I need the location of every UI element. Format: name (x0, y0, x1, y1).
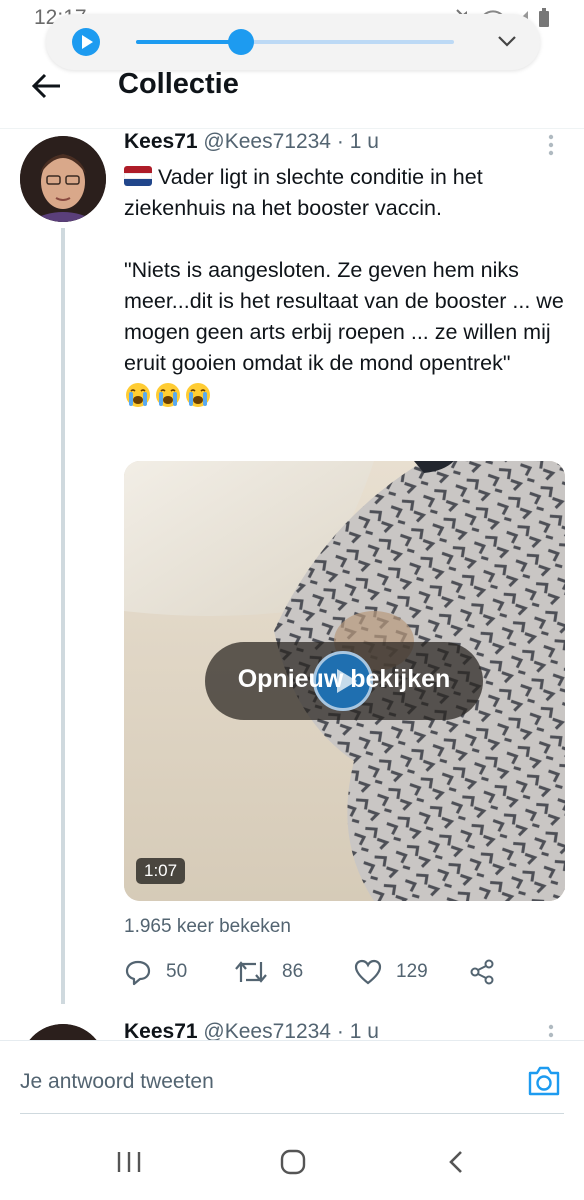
avatar[interactable] (20, 136, 106, 222)
share-icon (470, 959, 494, 985)
duration-badge: 1:07 (136, 858, 186, 884)
tweet-time: 1 u (349, 130, 379, 153)
back-icon[interactable] (446, 1150, 466, 1174)
header-divider (0, 128, 584, 129)
arrow-left-icon[interactable] (30, 72, 64, 100)
replay-label: Opnieuw bekijken (237, 665, 451, 693)
reply-button[interactable]: 50 (124, 958, 187, 986)
tweet-quote: "Niets is aangesloten. Ze geven hem niks… (124, 258, 564, 375)
tweet-actions: 50 86 129 (124, 958, 564, 988)
retweet-icon (235, 961, 267, 983)
crying-face-emoji (126, 383, 150, 407)
view-count: 1.965 keer bekeken (124, 916, 291, 937)
video-player[interactable]: Opnieuw bekijken 1:07 (124, 461, 565, 901)
seek-progress (136, 40, 241, 44)
like-count: 129 (396, 961, 428, 982)
tweet-line1-text: Vader ligt in slechte conditie in het zi… (124, 165, 483, 220)
play-icon[interactable] (72, 28, 100, 56)
tweet-header: Kees71 @Kees71234 · 1 u (124, 130, 379, 154)
home-icon[interactable] (279, 1148, 307, 1176)
reply-icon (125, 960, 151, 986)
seek-bar[interactable] (136, 29, 454, 55)
netherlands-flag (124, 166, 152, 186)
battery-icon (539, 8, 549, 27)
retweet-count: 86 (282, 961, 304, 982)
thread-line (61, 228, 65, 1004)
tweet-text: Vader ligt in slechte conditie in het zi… (124, 162, 564, 409)
share-button[interactable] (468, 958, 496, 986)
chevron-down-icon[interactable] (496, 30, 518, 52)
reply-input[interactable]: Je antwoord tweeten (20, 1070, 214, 1094)
tweet-line1: Vader ligt in slechte conditie in het zi… (124, 162, 564, 224)
handle[interactable]: @Kees71234 (203, 130, 331, 153)
seek-thumb[interactable] (227, 29, 254, 55)
header: Collectie (0, 60, 584, 130)
reply-bar: Je antwoord tweeten (0, 1040, 584, 1200)
display-name[interactable]: Kees71 (124, 130, 198, 153)
heart-icon (354, 959, 382, 985)
separator: · (336, 130, 344, 153)
crying-face-emoji (156, 383, 180, 407)
camera-icon[interactable] (526, 1065, 562, 1097)
page-title: Collectie (118, 68, 239, 100)
recents-icon[interactable] (116, 1150, 142, 1174)
reply-count: 50 (166, 961, 188, 982)
more-icon[interactable] (548, 134, 554, 156)
replay-button[interactable]: Opnieuw bekijken (205, 642, 483, 720)
emoji-row (124, 381, 564, 409)
reply-underline (20, 1113, 564, 1114)
retweet-button[interactable]: 86 (234, 958, 303, 986)
like-button[interactable]: 129 (354, 958, 428, 986)
crying-face-emoji (186, 383, 210, 407)
